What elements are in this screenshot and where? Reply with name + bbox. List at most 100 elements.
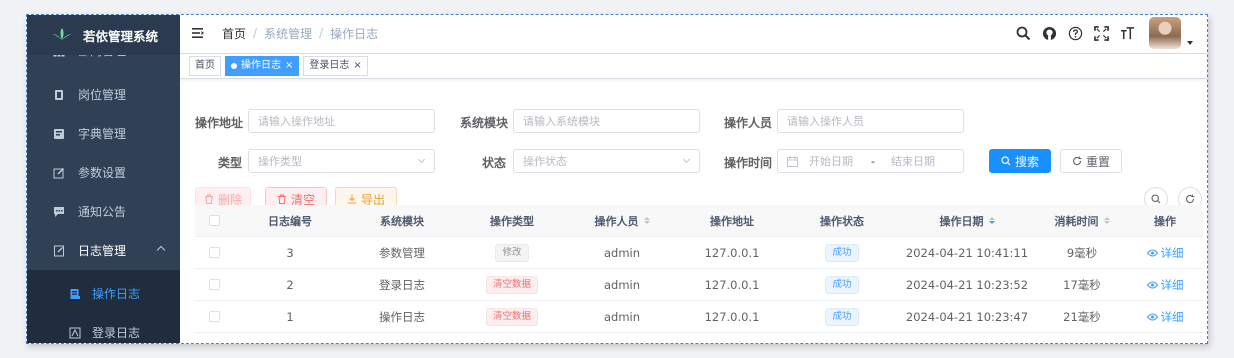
cell-ip: 127.0.0.1	[704, 245, 760, 260]
row-checkbox[interactable]	[208, 279, 220, 290]
oper-name-input[interactable]: 请输入操作人员	[777, 109, 964, 133]
search-button[interactable]: 搜索	[989, 149, 1051, 173]
detail-label: 详细	[1160, 245, 1184, 260]
cell-id: 2	[286, 277, 294, 292]
detail-link[interactable]: 详细	[1146, 245, 1184, 261]
search-icon[interactable]	[1016, 26, 1031, 41]
type-select[interactable]: 操作类型	[248, 149, 435, 173]
status-label: 状态	[482, 156, 507, 170]
logo-icon	[51, 27, 73, 44]
caret-down-icon[interactable]	[1187, 41, 1193, 45]
view-icon	[1146, 249, 1158, 257]
detail-label: 详细	[1160, 277, 1184, 292]
oper-name-label: 操作人员	[724, 116, 773, 130]
column-header-sortable[interactable]: 操作日期	[897, 213, 1037, 229]
column-header-sortable[interactable]: 消耗时间	[1037, 213, 1127, 229]
column-header-sortable[interactable]: 操作人员	[567, 213, 677, 229]
cell-module: 登录日志	[379, 277, 425, 292]
sidebar-item-dict[interactable]: 字典管理	[27, 114, 180, 153]
sidebar-item-log[interactable]: 日志管理	[27, 231, 180, 270]
oper-ip-input[interactable]: 请输入操作地址	[248, 109, 435, 133]
cell-date: 2024-04-21 10:23:52	[905, 277, 1029, 292]
table-cell: 详细	[1127, 277, 1203, 293]
table-cell: 清空数据	[457, 307, 567, 326]
tag-logininfor[interactable]: 登录日志 ×	[303, 56, 368, 76]
sidebar-item-operlog[interactable]: 操作日志	[27, 274, 180, 313]
close-icon[interactable]: ×	[353, 57, 361, 75]
column-header: 操作状态	[820, 214, 864, 228]
column-header-label: 消耗时间	[1054, 214, 1099, 228]
logo-bar[interactable]: 若依管理系统	[27, 15, 180, 55]
date-start[interactable]: 开始日期	[809, 153, 853, 169]
avatar[interactable]	[1149, 17, 1181, 49]
sidebar-item-logininfor[interactable]: 登录日志	[27, 313, 180, 343]
table-row[interactable]: 3 参数管理 修改 admin 127.0.0.1 成功 2024-04-21 10:41:…	[195, 237, 1203, 269]
right-menu	[1005, 15, 1193, 51]
date-end[interactable]: 结束日期	[891, 153, 935, 169]
sidebar-item-notice[interactable]: 通知公告	[27, 192, 180, 231]
table-cell	[195, 279, 233, 290]
status-select[interactable]: 操作状态	[513, 149, 700, 173]
reset-button[interactable]: 重置	[1060, 149, 1122, 173]
cell-operator: admin	[603, 277, 641, 292]
sort-caret-icon[interactable]	[643, 217, 650, 224]
type-select-placeholder: 操作类型	[258, 155, 302, 168]
breadcrumb-system: 系统管理	[264, 26, 313, 41]
question-icon[interactable]	[1068, 26, 1083, 41]
font-size-icon[interactable]	[1120, 26, 1135, 41]
navbar: 首页 / 系统管理 / 操作日志	[180, 15, 1207, 51]
cell-date: 2024-04-21 10:23:47	[905, 309, 1029, 324]
table-cell: 成功	[787, 275, 897, 294]
table-row[interactable]: 2 登录日志 清空数据 admin 127.0.0.1 成功 2024-04-21 10:2…	[195, 269, 1203, 301]
close-icon[interactable]: ×	[285, 57, 293, 75]
operlog-table: 日志编号 系统模块 操作类型 操作人员 操作地址 操作状态 操作日期 消耗时间 …	[195, 205, 1203, 333]
table-cell: 成功	[787, 243, 897, 262]
type-badge: 清空数据	[485, 275, 538, 294]
cell-module: 操作日志	[379, 309, 425, 324]
date-range-picker[interactable]: 开始日期 - 结束日期	[777, 149, 964, 173]
detail-link[interactable]: 详细	[1146, 309, 1184, 325]
sidebar-item-label: 登录日志	[92, 326, 141, 340]
type-label: 类型	[218, 156, 243, 170]
row-checkbox[interactable]	[208, 247, 220, 258]
sort-caret-icon[interactable]	[988, 217, 995, 224]
table-cell: 详细	[1127, 309, 1203, 325]
status-badge: 成功	[825, 307, 859, 326]
form-icon	[67, 288, 83, 300]
column-header: 操作	[1154, 214, 1176, 228]
breadcrumb-home[interactable]: 首页	[222, 25, 246, 42]
table-row[interactable]: 1 操作日志 清空数据 admin 127.0.0.1 成功 2024-04-21 10:2…	[195, 301, 1203, 333]
select-all-checkbox[interactable]	[208, 215, 220, 226]
column-header: 系统模块	[380, 214, 424, 228]
date-separator: -	[871, 154, 875, 168]
table-cell: 详细	[1127, 245, 1203, 261]
sidebar-item-post[interactable]: 岗位管理	[27, 75, 180, 114]
oper-time-label: 操作时间	[724, 156, 773, 170]
column-header-label: 操作人员	[594, 214, 639, 228]
breadcrumb-current: 操作日志	[330, 26, 379, 41]
fullscreen-icon[interactable]	[1094, 25, 1109, 41]
row-checkbox[interactable]	[208, 311, 220, 322]
sidebar-item-config[interactable]: 参数设置	[27, 153, 180, 192]
trash-icon	[204, 194, 214, 204]
title-input[interactable]: 请输入系统模块	[513, 109, 700, 133]
table-cell: 清空数据	[457, 275, 567, 294]
tag-operlog[interactable]: 操作日志 ×	[225, 56, 300, 76]
detail-link[interactable]: 详细	[1146, 277, 1184, 293]
sidebar-item-label: 岗位管理	[78, 88, 127, 102]
status-badge: 成功	[825, 275, 859, 294]
hamburger-icon[interactable]	[192, 27, 205, 39]
app-window: 若依管理系统 部门管理 岗位管理 字典管理 参数设置 通知公告 日志管理	[26, 14, 1208, 344]
chevron-up-icon	[156, 245, 166, 255]
type-badge: 清空数据	[485, 307, 538, 326]
tag-home[interactable]: 首页	[189, 56, 221, 76]
sidebar-item-label: 字典管理	[78, 127, 127, 141]
oper-ip-label: 操作地址	[195, 116, 244, 130]
cell-ip: 127.0.0.1	[704, 309, 760, 324]
table-cell	[195, 311, 233, 322]
sort-caret-icon[interactable]	[1103, 217, 1110, 224]
chevron-down-icon	[682, 155, 691, 164]
message-icon	[51, 206, 67, 218]
status-select-placeholder: 操作状态	[523, 155, 567, 168]
github-icon[interactable]	[1042, 26, 1057, 41]
